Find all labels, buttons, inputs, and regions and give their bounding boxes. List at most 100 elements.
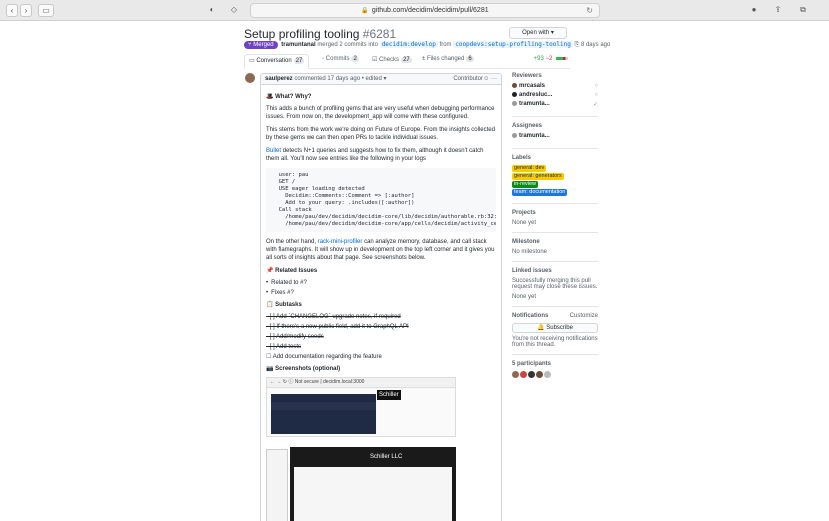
paragraph: This adds a bunch of profiling gems that… — [266, 106, 495, 120]
notifications-title: Notifications — [512, 313, 549, 319]
participants-section: 5 participants — [512, 361, 598, 380]
reviewer-name: mrcasals — [519, 83, 546, 90]
pin-icon: 📌 — [266, 268, 274, 274]
reload-icon[interactable]: ↻ — [586, 4, 593, 17]
label-badge[interactable]: general: generators — [512, 173, 564, 180]
avatar — [512, 133, 517, 138]
heading-text: Related Issues — [275, 268, 318, 274]
tabs-icon[interactable]: ⧉ — [796, 4, 810, 17]
diffstat-blocks — [556, 56, 568, 60]
list-item: Related to #? — [266, 279, 496, 287]
paragraph-text: On the other hand, — [266, 239, 317, 245]
subscribe-button[interactable]: 🔔 Subscribe — [512, 323, 598, 333]
privacy-icon[interactable]: ◐ — [206, 4, 218, 17]
label-badge[interactable]: general: dev — [512, 165, 547, 172]
labels-list: general: dev general: generators in-review… — [512, 165, 598, 197]
tab-count: 27 — [293, 58, 305, 64]
section-title[interactable]: Projects — [512, 210, 598, 216]
tab-label: Conversation — [256, 58, 292, 64]
reviewer-item[interactable]: tramunta... ✓ — [512, 101, 598, 109]
labels-section: Labels general: dev general: generators in… — [512, 155, 598, 204]
assignees-section: Assignees tramunta... — [512, 123, 598, 149]
subtasks-list: - [ ] Add `CHANGELOG` upgrade notes, if … — [266, 313, 496, 361]
subscribe-label: Subscribe — [546, 325, 573, 331]
section-title[interactable]: Reviewers — [512, 73, 598, 79]
section-title[interactable]: Labels — [512, 155, 598, 161]
tab-commits[interactable]: ◦ Commits 2 — [322, 56, 359, 62]
screenshot-timeline — [266, 449, 288, 521]
task-text: Add/modify seeds — [276, 334, 324, 340]
sidebar-toggle-icon[interactable]: ▭ — [38, 4, 54, 17]
diffstat: +93 −2 — [534, 56, 568, 62]
pr-number: #6281 — [362, 27, 397, 41]
pr-title: Setup profiling tooling #6281 — [244, 27, 396, 41]
linked-text: Successfully merging this pull request m… — [512, 278, 598, 290]
extension-icon[interactable]: ● — [748, 4, 760, 17]
task-text: Add documentation regarding the feature — [272, 354, 382, 360]
tab-checks[interactable]: ☑ Checks 27 — [372, 56, 412, 63]
pr-author[interactable]: tramuntanal — [281, 42, 315, 48]
comment-header: saulperez commented 17 days ago • edited… — [261, 74, 501, 85]
open-with-button[interactable]: Open with ▾ — [509, 27, 567, 39]
screenshot-band — [271, 402, 376, 410]
more-options-icon[interactable]: ☺ ··· — [483, 74, 497, 84]
tab-label: Commits — [325, 56, 350, 62]
section-title: Linked issues — [512, 268, 552, 274]
screenshot-profiler-table — [294, 467, 452, 521]
list-item: ☐ Add documentation regarding the featur… — [266, 354, 382, 360]
list-item: Fixes #? — [266, 289, 496, 297]
what-why-heading: 🎩 What? Why? — [266, 94, 312, 100]
avatar[interactable] — [512, 371, 519, 378]
bullet-link[interactable]: Bullet — [266, 148, 281, 154]
notifications-text: You're not receiving notifications from … — [512, 336, 598, 348]
avatar[interactable] — [520, 371, 527, 378]
comment-body: 🎩 What? Why? This adds a bunch of profil… — [261, 85, 501, 521]
avatar[interactable] — [245, 73, 255, 83]
merge-text: merged 2 commits into — [317, 42, 379, 48]
back-button[interactable]: ‹ — [6, 4, 18, 17]
head-branch[interactable]: coopdevs:setup-profiling-tooling — [453, 41, 573, 48]
tab-label: Checks — [379, 57, 400, 63]
heading-text: Subtasks — [275, 302, 302, 308]
screenshot-brand: Schiller — [377, 390, 401, 400]
label-badge[interactable]: in-review — [512, 181, 539, 188]
heading-text: Screenshots (optional) — [275, 366, 341, 372]
copy-icon[interactable]: ⎘ — [574, 42, 579, 48]
linked-value: None yet — [512, 294, 537, 300]
section-title[interactable]: Assignees — [512, 123, 598, 129]
base-branch[interactable]: decidim:develop — [379, 41, 438, 48]
check-icon: ✓ — [592, 102, 598, 108]
section-title[interactable]: Milestone — [512, 239, 598, 245]
reviewer-item[interactable]: mrcasals ○ — [512, 83, 598, 91]
share-icon[interactable]: ⇪ — [772, 4, 784, 17]
customize-link[interactable]: Customize — [570, 313, 598, 319]
milestone-section: Milestone No milestone — [512, 239, 598, 262]
assignee-item[interactable]: tramunta... — [512, 133, 598, 141]
task-text: Add `CHANGELOG` upgrade notes, if requir… — [276, 314, 401, 320]
forward-button[interactable]: › — [20, 4, 32, 17]
screenshot-profiler-panel: Schiller LLC — [290, 447, 456, 521]
tab-conversation[interactable]: ▭ Conversation 27 — [244, 54, 310, 69]
comment-author[interactable]: saulperez — [265, 76, 293, 82]
contributor-badge: Contributor — [453, 76, 483, 82]
rack-mini-profiler-link[interactable]: rack-mini-profiler — [318, 239, 363, 245]
reviewer-item[interactable]: andresluc... ○ — [512, 92, 598, 100]
linked-issues-section: Linked issues Successfully merging this … — [512, 268, 598, 307]
screenshot-brand: Schiller LLC — [370, 454, 403, 460]
avatar[interactable] — [544, 371, 551, 378]
shield-icon[interactable]: ◇ — [228, 4, 240, 17]
avatar[interactable] — [528, 371, 535, 378]
comment-meta: commented 17 days ago • edited — [294, 76, 382, 82]
comment-icon: ○ — [594, 92, 598, 98]
label-badge[interactable]: team: documentation — [512, 189, 568, 196]
section-title: Notifications Customize — [512, 313, 598, 319]
address-bar[interactable]: 🔒 github.com/decidim/decidim/pull/6281 ↻ — [250, 3, 600, 18]
avatar[interactable] — [536, 371, 543, 378]
reviewer-name: tramunta... — [519, 101, 550, 108]
related-heading: 📌 Related Issues — [266, 267, 496, 275]
subtasks-heading: 📋 Subtasks — [266, 302, 302, 308]
avatar — [512, 101, 517, 106]
tab-files-changed[interactable]: ± Files changed 6 — [422, 56, 474, 62]
related-list: Related to #? Fixes #? — [266, 279, 496, 297]
screenshots-heading: 📷 Screenshots (optional) — [266, 366, 341, 372]
